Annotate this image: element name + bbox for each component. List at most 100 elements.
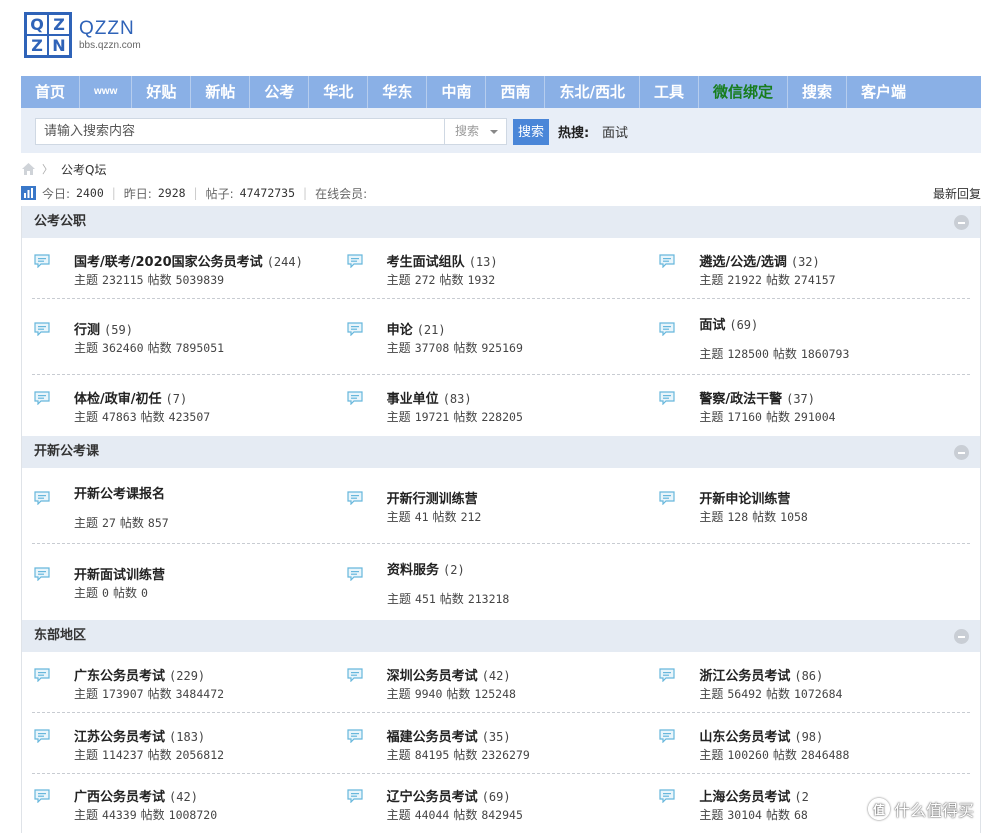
forum-today-count: (21) [416,323,446,337]
forum-title[interactable]: 警察/政法干警 (37) [699,388,815,407]
forum-title[interactable]: 开新申论训练营 [699,488,790,507]
posts-count: 1008720 [168,808,218,822]
forum-item[interactable]: 广东公务员考试 (229) 主题 173907 帖数 3484472 [32,652,345,712]
forum-title-text[interactable]: 考生面试组队 [387,255,465,270]
forum-title[interactable]: 体检/政审/初任 (7) [74,388,187,407]
nav-item[interactable]: 搜索 [788,76,847,108]
forum-title[interactable]: 国考/联考/2020国家公务员考试 (244) [74,251,303,270]
forum-item[interactable]: 开新面试训练营 主题 0 帖数 0 [32,544,345,620]
forum-title-text[interactable]: 资料服务 [387,563,439,578]
forum-title[interactable]: 资料服务 (2) [387,559,465,578]
forum-title[interactable]: 遴选/公选/选调 (32) [699,251,819,270]
forum-title-text[interactable]: 面试 [699,318,725,333]
nav-item[interactable]: 华北 [309,76,369,108]
collapse-icon[interactable] [954,445,969,460]
collapse-icon[interactable] [954,629,969,644]
forum-title[interactable]: 面试 (69) [699,314,758,333]
forum-title-text[interactable]: 体检/政审/初任 [74,392,162,407]
topics-label: 主题 [74,410,99,424]
forum-title-text[interactable]: 事业单位 [387,392,439,407]
forum-title-text[interactable]: 山东公务员考试 [699,730,790,745]
forum-title-text[interactable]: 开新行测训练营 [387,492,478,507]
forum-title-text[interactable]: 上海公务员考试 [699,790,790,805]
forum-title[interactable]: 深圳公务员考试 (42) [387,665,511,684]
forum-title-text[interactable]: 开新申论训练营 [699,492,790,507]
nav-item[interactable]: 好贴 [132,76,192,108]
nav-item[interactable]: 东北/西北 [545,76,640,108]
breadcrumb-current[interactable]: 公考Q坛 [61,161,106,178]
forum-title[interactable]: 山东公务员考试 (98) [699,726,823,745]
forum-item[interactable]: 体检/政审/初任 (7) 主题 47863 帖数 423507 [32,375,345,436]
forum-title-text[interactable]: 开新公考课报名 [74,487,165,502]
section-title[interactable]: 东部地区 [34,628,86,643]
forum-title[interactable]: 行测 (59) [74,319,133,338]
forum-title-text[interactable]: 广西公务员考试 [74,790,165,805]
forum-item[interactable]: 警察/政法干警 (37) 主题 17160 帖数 291004 [657,375,970,436]
nav-item[interactable]: 客户端 [847,76,920,108]
collapse-icon[interactable] [954,215,969,230]
search-button[interactable]: 搜索 [513,119,549,145]
forum-item[interactable]: 行测 (59) 主题 362460 帖数 7895051 [32,299,345,374]
forum-title[interactable]: 广西公务员考试 (42) [74,786,198,805]
forum-title-text[interactable]: 申论 [387,323,413,338]
forum-title[interactable]: 福建公务员考试 (35) [387,726,511,745]
forum-item[interactable]: 福建公务员考试 (35) 主题 84195 帖数 2326279 [345,713,658,773]
forum-title[interactable]: 上海公务员考试 (2 [699,786,808,805]
forum-title-text[interactable]: 国考/联考/2020国家公务员考试 [74,255,263,270]
forum-item[interactable]: 事业单位 (83) 主题 19721 帖数 228205 [345,375,658,436]
forum-title-text[interactable]: 行测 [74,323,100,338]
nav-item[interactable]: 新帖 [191,76,251,108]
forum-title[interactable]: 考生面试组队 (13) [387,251,498,270]
latest-replies-link[interactable]: 最新回复 [933,185,981,202]
nav-item[interactable]: 微信绑定 [699,76,788,108]
home-icon[interactable] [21,162,36,176]
search-input[interactable] [35,118,445,145]
forum-title-text[interactable]: 广东公务员考试 [74,669,165,684]
forum-item[interactable]: 辽宁公务员考试 (69) 主题 44044 帖数 842945 [345,774,658,833]
forum-title[interactable]: 开新面试训练营 [74,564,165,583]
section-title[interactable]: 开新公考课 [34,444,99,459]
nav-item[interactable]: 西南 [486,76,546,108]
nav-item[interactable]: 工具 [640,76,699,108]
forum-item[interactable]: 国考/联考/2020国家公务员考试 (244) 主题 232115 帖数 5039839 [32,238,345,298]
forum-title-text[interactable]: 浙江公务员考试 [699,669,790,684]
forum-item[interactable]: 面试 (69) 主题 128500 帖数 1860793 [657,299,970,374]
forum-title[interactable]: 申论 (21) [387,319,446,338]
nav-item[interactable]: 首页 [21,76,81,108]
site-logo[interactable]: Q Z Z N QZZN bbs.qzzn.com [24,12,141,58]
forum-title[interactable]: 辽宁公务员考试 (69) [387,786,511,805]
forum-title-text[interactable]: 辽宁公务员考试 [387,790,478,805]
forum-title[interactable]: 广东公务员考试 (229) [74,665,205,684]
forum-title[interactable]: 开新公考课报名 [74,483,165,502]
forum-title-text[interactable]: 开新面试训练营 [74,568,165,583]
forum-item[interactable]: 开新公考课报名 主题 27 帖数 857 [32,468,345,543]
forum-item[interactable]: 浙江公务员考试 (86) 主题 56492 帖数 1072684 [657,652,970,712]
forum-title[interactable]: 江苏公务员考试 (183) [74,726,205,745]
forum-item[interactable]: 资料服务 (2) 主题 451 帖数 213218 [345,544,658,620]
online-members-link[interactable]: 在线会员: [315,185,367,202]
nav-item[interactable]: 华东 [368,76,428,108]
hot-search-link[interactable]: 面试 [602,122,628,141]
forum-title-text[interactable]: 福建公务员考试 [387,730,478,745]
forum-item[interactable]: 开新行测训练营 主题 41 帖数 212 [345,468,658,543]
forum-title[interactable]: 事业单位 (83) [387,388,472,407]
forum-item[interactable]: 山东公务员考试 (98) 主题 100260 帖数 2846488 [657,713,970,773]
forum-item[interactable]: 遴选/公选/选调 (32) 主题 21922 帖数 274157 [657,238,970,298]
forum-title-text[interactable]: 江苏公务员考试 [74,730,165,745]
forum-title[interactable]: 开新行测训练营 [387,488,478,507]
nav-item[interactable]: 公考 [250,76,310,108]
forum-title-text[interactable]: 深圳公务员考试 [387,669,478,684]
forum-title-text[interactable]: 遴选/公选/选调 [699,255,787,270]
section-title[interactable]: 公考公职 [34,214,86,229]
forum-title-text[interactable]: 警察/政法干警 [699,392,782,407]
nav-item[interactable]: 中南 [427,76,487,108]
search-type-select[interactable]: 搜索 [445,118,507,145]
forum-title[interactable]: 浙江公务员考试 (86) [699,665,823,684]
forum-item[interactable]: 开新申论训练营 主题 128 帖数 1058 [657,468,970,543]
nav-item[interactable]: www [80,76,133,108]
forum-item[interactable]: 申论 (21) 主题 37708 帖数 925169 [345,299,658,374]
forum-item[interactable]: 广西公务员考试 (42) 主题 44339 帖数 1008720 [32,774,345,833]
forum-item[interactable]: 江苏公务员考试 (183) 主题 114237 帖数 2056812 [32,713,345,773]
forum-item[interactable]: 考生面试组队 (13) 主题 272 帖数 1932 [345,238,658,298]
forum-item[interactable]: 深圳公务员考试 (42) 主题 9940 帖数 125248 [345,652,658,712]
